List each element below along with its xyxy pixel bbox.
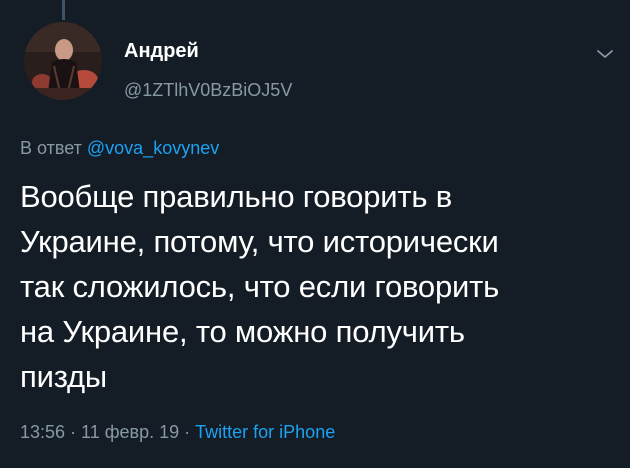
chevron-down-icon[interactable] [596,48,614,60]
author-handle[interactable]: @1ZTlhV0BzBiOJ5V [124,80,292,101]
avatar[interactable] [24,22,102,100]
tweet-time[interactable]: 13:56 [20,422,65,442]
author-name[interactable]: Андрей [124,40,199,63]
reply-context: В ответ @vova_kovynev [20,138,219,159]
reply-prefix: В ответ [20,138,87,158]
tweet-meta: 13:56 · 11 февр. 19 · Twitter for iPhone [20,422,335,443]
avatar-image [24,22,102,100]
tweet-text: Вообще правильно говорить в Украине, пот… [20,179,500,394]
thread-connector-line [62,0,65,20]
meta-separator: · [65,422,82,442]
tweet-date[interactable]: 11 февр. 19 [81,422,179,442]
meta-separator: · [179,422,196,442]
tweet-source-link[interactable]: Twitter for iPhone [195,422,335,442]
reply-mention-link[interactable]: @vova_kovynev [87,138,219,158]
